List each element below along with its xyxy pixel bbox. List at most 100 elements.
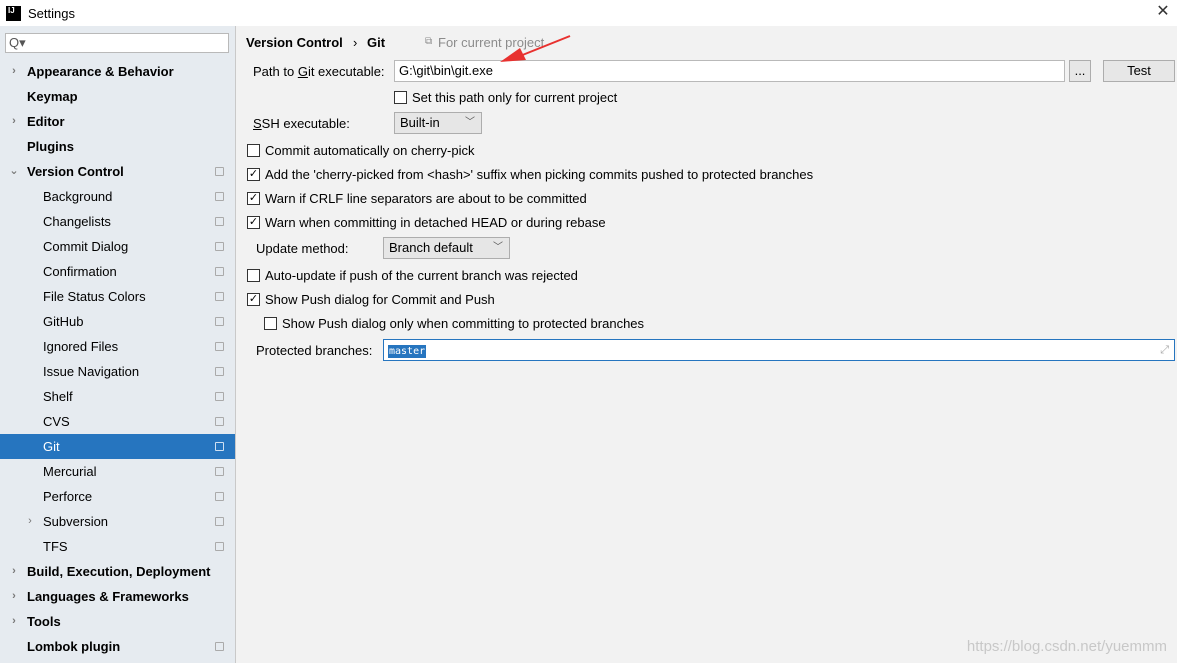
chevron-right-icon[interactable]: › — [9, 584, 19, 609]
sidebar-item-confirmation[interactable]: Confirmation — [0, 259, 235, 284]
option-checkbox-0[interactable]: Commit automatically on cherry-pick — [247, 142, 475, 159]
checkbox[interactable]: ✓ — [247, 216, 260, 229]
sidebar-item-label: Languages & Frameworks — [27, 589, 189, 604]
sidebar-item-changelists[interactable]: Changelists — [0, 209, 235, 234]
sidebar-item-label: Subversion — [43, 514, 109, 529]
chevron-right-icon[interactable]: › — [25, 509, 35, 534]
project-scope-icon — [215, 392, 224, 401]
sidebar-item-github[interactable]: GitHub — [0, 309, 235, 334]
project-scope-icon — [215, 292, 224, 301]
option-checkbox-1[interactable]: ✓ Add the 'cherry-picked from <hash>' suf… — [247, 166, 813, 183]
sidebar-item-label: Lombok plugin — [27, 639, 121, 654]
show-push-protected-checkbox[interactable]: Show Push dialog only when committing to… — [264, 315, 644, 332]
sidebar-item-ignored-files[interactable]: Ignored Files — [0, 334, 235, 359]
chevron-right-icon[interactable]: › — [9, 609, 19, 634]
project-scope-icon — [215, 192, 224, 201]
sidebar-item-label: Editor — [27, 114, 65, 129]
git-settings-panel: Version Control › Git ⧉ For current proj… — [237, 26, 1177, 663]
chevron-right-icon[interactable]: › — [9, 559, 19, 584]
sidebar-item-label: Keymap — [27, 89, 78, 104]
sidebar-item-lombok-plugin[interactable]: Lombok plugin — [0, 634, 235, 659]
chevron-down-icon[interactable]: ⌄ — [9, 159, 19, 184]
sidebar-item-shelf[interactable]: Shelf — [0, 384, 235, 409]
sidebar-item-label: Issue Navigation — [43, 364, 140, 379]
project-scope-icon — [215, 542, 224, 551]
checkbox[interactable] — [394, 91, 407, 104]
auto-update-checkbox[interactable]: Auto-update if push of the current branc… — [247, 267, 578, 284]
settings-sidebar: Q▾ › Appearance & Behavior Keymap › Editor Pl… — [0, 26, 236, 663]
sidebar-item-label: TFS — [43, 539, 68, 554]
sidebar-item-label: CVS — [43, 414, 70, 429]
project-scope-icon — [215, 442, 224, 451]
checkbox-label: Warn when committing in detached HEAD or… — [265, 215, 606, 230]
search-input[interactable]: Q▾ — [5, 33, 229, 53]
sidebar-item-label: Git — [43, 439, 60, 454]
scope-label: For current project — [438, 35, 545, 50]
sidebar-item-editor[interactable]: › Editor — [0, 109, 235, 134]
sidebar-item-languages-frameworks[interactable]: › Languages & Frameworks — [0, 584, 235, 609]
sidebar-item-tfs[interactable]: TFS — [0, 534, 235, 559]
sidebar-item-tools[interactable]: › Tools — [0, 609, 235, 634]
show-push-dialog-checkbox[interactable]: ✓ Show Push dialog for Commit and Push — [247, 291, 495, 308]
sidebar-item-perforce[interactable]: Perforce — [0, 484, 235, 509]
project-scope-icon — [215, 467, 224, 476]
project-scope-icon — [215, 517, 224, 526]
checkbox[interactable]: ✓ — [247, 168, 260, 181]
chevron-right-icon[interactable]: › — [9, 59, 19, 84]
sidebar-item-label: Build, Execution, Deployment — [27, 564, 211, 579]
checkbox-label: Commit automatically on cherry-pick — [265, 143, 475, 158]
ssh-label: SSH executable: — [253, 116, 350, 131]
sidebar-item-issue-navigation[interactable]: Issue Navigation — [0, 359, 235, 384]
checkbox-label: Add the 'cherry-picked from <hash>' suff… — [265, 167, 814, 182]
option-checkbox-3[interactable]: ✓ Warn when committing in detached HEAD o… — [247, 214, 606, 231]
sidebar-item-subversion[interactable]: › Subversion — [0, 509, 235, 534]
checkbox[interactable]: ✓ — [247, 192, 260, 205]
project-scope-icon — [215, 167, 224, 176]
close-icon[interactable]: ✕ — [1153, 2, 1173, 22]
project-scope-icon — [215, 642, 224, 651]
project-scope-icon: ⧉ — [425, 36, 433, 47]
project-scope-icon — [215, 492, 224, 501]
breadcrumb-git: Git — [367, 35, 386, 50]
sidebar-item-label: GitHub — [43, 314, 84, 329]
sidebar-item-background[interactable]: Background — [0, 184, 235, 209]
breadcrumb-version-control[interactable]: Version Control — [246, 35, 343, 50]
update-method-label: Update method: — [256, 241, 349, 256]
project-scope-icon — [215, 267, 224, 276]
browse-button[interactable]: ... — [1069, 60, 1091, 82]
sidebar-item-label: File Status Colors — [43, 289, 146, 304]
sidebar-item-label: Mercurial — [43, 464, 97, 479]
sidebar-item-label: Confirmation — [43, 264, 117, 279]
sidebar-item-cvs[interactable]: CVS — [0, 409, 235, 434]
sidebar-item-label: Shelf — [43, 389, 73, 404]
checkbox[interactable] — [247, 144, 260, 157]
sidebar-item-label: Perforce — [43, 489, 93, 504]
sidebar-item-label: Background — [43, 189, 113, 204]
protected-branches-input[interactable]: master ⤢ — [383, 339, 1175, 361]
git-path-input[interactable]: G:\git\bin\git.exe — [394, 60, 1065, 82]
project-scope-icon — [215, 417, 224, 426]
sidebar-item-commit-dialog[interactable]: Commit Dialog — [0, 234, 235, 259]
sidebar-item-file-status-colors[interactable]: File Status Colors — [0, 284, 235, 309]
set-path-only-checkbox[interactable]: Set this path only for current project — [394, 89, 617, 106]
sidebar-item-version-control[interactable]: ⌄ Version Control — [0, 159, 235, 184]
sidebar-item-label: Tools — [27, 614, 61, 629]
sidebar-item-appearance-behavior[interactable]: › Appearance & Behavior — [0, 59, 235, 84]
sidebar-item-build-execution-deployment[interactable]: › Build, Execution, Deployment — [0, 559, 235, 584]
project-scope-icon — [215, 342, 224, 351]
sidebar-item-label: Ignored Files — [43, 339, 119, 354]
sidebar-item-mercurial[interactable]: Mercurial — [0, 459, 235, 484]
sidebar-item-label: Changelists — [43, 214, 111, 229]
sidebar-item-git[interactable]: Git — [0, 434, 235, 459]
update-method-dropdown[interactable]: Branch default ﹀ — [383, 237, 510, 259]
expand-icon[interactable]: ⤢ — [1160, 340, 1169, 360]
option-checkbox-2[interactable]: ✓ Warn if CRLF line separators are about … — [247, 190, 587, 207]
sidebar-item-keymap[interactable]: Keymap — [0, 84, 235, 109]
sidebar-item-label: Commit Dialog — [43, 239, 129, 254]
sidebar-item-plugins[interactable]: Plugins — [0, 134, 235, 159]
watermark: https://blog.csdn.net/yuemmm — [966, 638, 1167, 655]
test-button[interactable]: Test — [1103, 60, 1175, 82]
app-logo: IJ — [6, 5, 21, 21]
chevron-right-icon[interactable]: › — [9, 109, 19, 134]
ssh-executable-dropdown[interactable]: Built-in ﹀ — [394, 112, 482, 134]
